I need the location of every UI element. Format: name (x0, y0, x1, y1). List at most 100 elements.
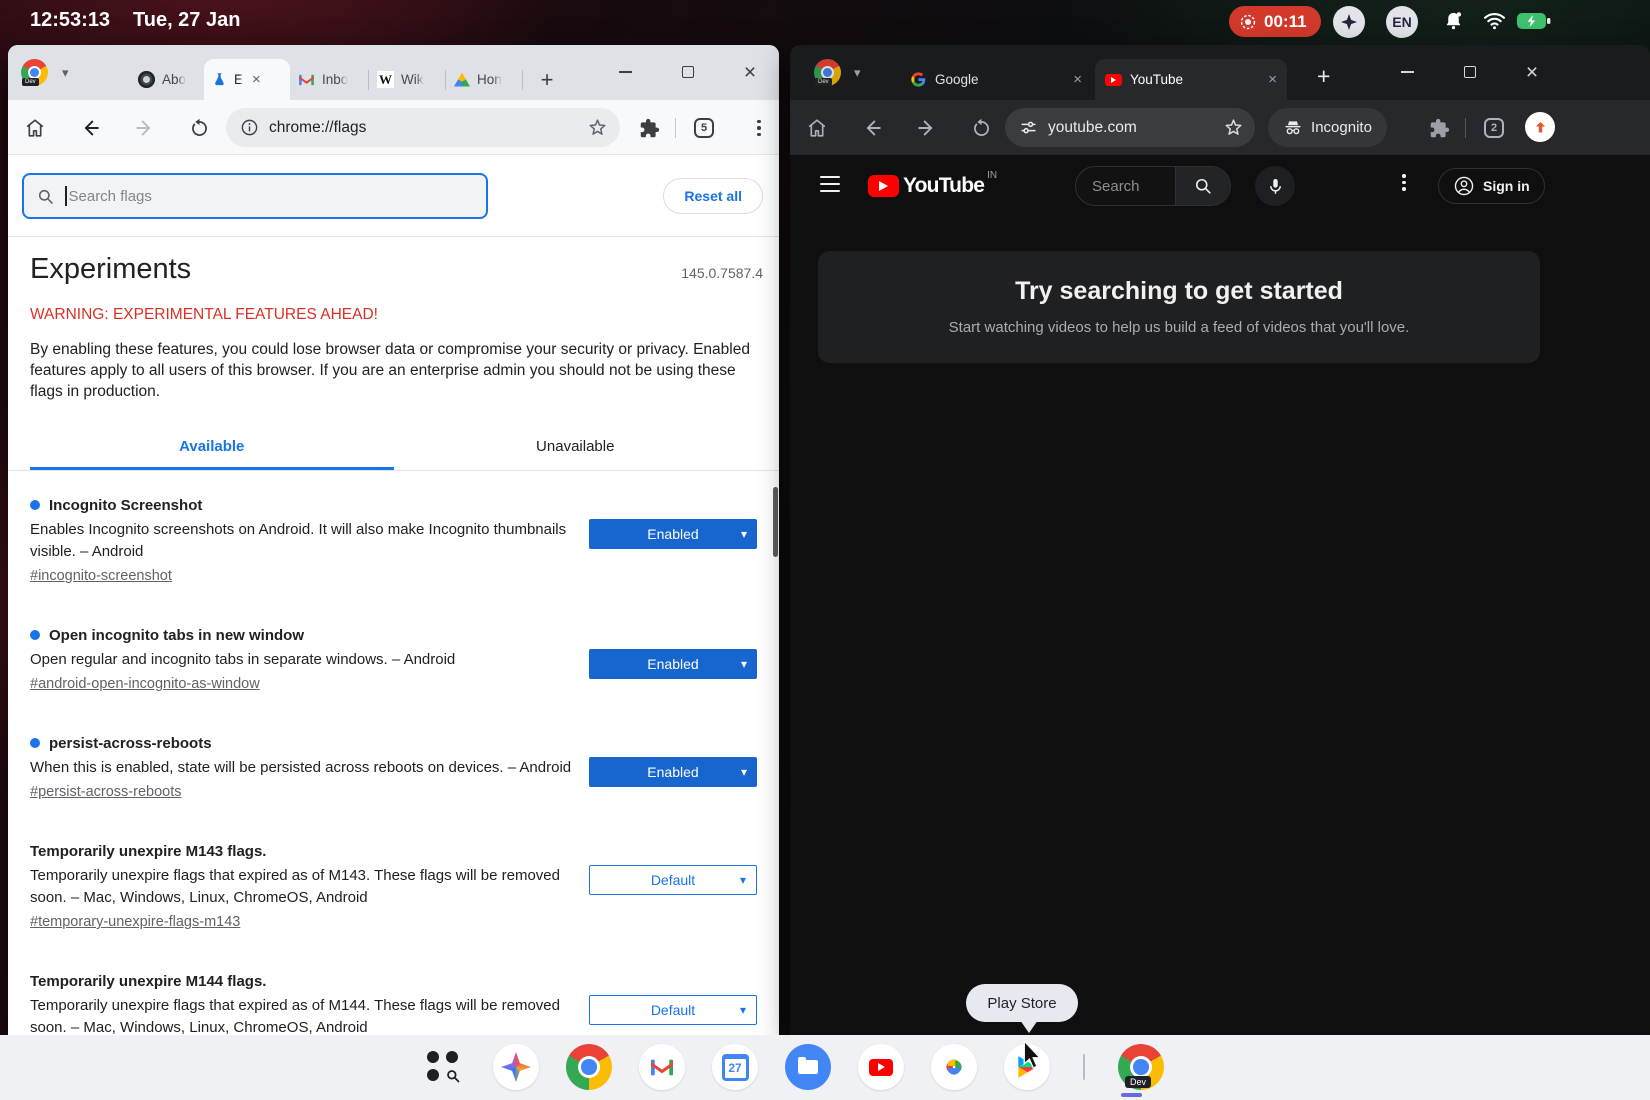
flag-permalink[interactable]: #persist-across-reboots (30, 784, 182, 800)
dock-app-chrome[interactable] (566, 1044, 612, 1090)
tab-wikipedia[interactable]: W Wik (369, 59, 445, 100)
dock-app-photos[interactable] (931, 1044, 977, 1090)
page-info-icon[interactable] (240, 118, 259, 137)
page-scrollbar[interactable] (773, 487, 778, 557)
gmail-icon (298, 73, 315, 87)
browser-menu-icon[interactable] (744, 113, 774, 143)
tab-drive-home[interactable]: Hon (446, 59, 522, 100)
sign-in-button[interactable]: Sign in (1438, 168, 1545, 204)
flag-persist-across-reboots: persist-across-reboots When this is enab… (30, 731, 757, 801)
tab-count-label: 5 (694, 118, 714, 138)
minimize-button[interactable] (605, 57, 645, 87)
reset-all-label: Reset all (684, 188, 742, 204)
running-app-indicator (1121, 1093, 1142, 1097)
search-flags-input[interactable]: Search flags (22, 173, 488, 219)
address-bar[interactable]: chrome://flags (226, 108, 620, 147)
tab-counter[interactable]: 2 (1479, 113, 1509, 143)
calendar-icon: 27 (722, 1054, 749, 1081)
battery-icon[interactable] (1517, 12, 1551, 30)
tab-google[interactable]: Google × (900, 59, 1092, 100)
close-tab-icon[interactable]: × (1268, 71, 1277, 88)
tab-inbox[interactable]: Inbo (290, 59, 368, 100)
search-button[interactable] (1175, 167, 1230, 205)
youtube-logo[interactable]: YouTube IN (868, 172, 997, 198)
incognito-badge[interactable]: Incognito (1268, 108, 1387, 147)
language-indicator[interactable]: EN (1386, 6, 1418, 38)
extensions-icon[interactable] (1424, 113, 1454, 143)
notification-bell-icon[interactable] (1442, 10, 1465, 33)
tab-unavailable[interactable]: Unavailable (394, 428, 758, 470)
flag-state-dropdown[interactable]: Enabled ▾ (589, 649, 757, 679)
date: Tue, 27 Jan (133, 9, 240, 32)
flag-description: Open regular and incognito tabs in separ… (30, 649, 575, 671)
youtube-icon (1105, 74, 1122, 86)
menu-hamburger-icon[interactable] (820, 176, 840, 192)
flag-unexpire-m144: Temporarily unexpire M144 flags. Tempora… (30, 969, 757, 1035)
close-tab-icon[interactable]: × (252, 71, 261, 88)
reset-all-button[interactable]: Reset all (663, 178, 763, 214)
wifi-icon[interactable] (1482, 10, 1507, 32)
close-window-button[interactable]: × (1512, 57, 1552, 87)
bookmark-star-icon[interactable] (587, 117, 608, 138)
flag-state-label: Default (651, 872, 695, 888)
tab-count-label: 2 (1484, 118, 1504, 138)
youtube-search-bar[interactable]: Search (1075, 166, 1231, 206)
flag-permalink[interactable]: #incognito-screenshot (30, 568, 172, 584)
modified-dot (30, 500, 40, 510)
forward-button[interactable] (912, 113, 942, 143)
bookmark-star-icon[interactable] (1223, 117, 1244, 138)
tab-available[interactable]: Available (30, 428, 394, 470)
close-tab-icon[interactable]: × (1073, 71, 1082, 88)
text-caret (65, 186, 67, 206)
profile-chevron-down-icon[interactable]: ▾ (854, 65, 861, 81)
tab-experiments-active[interactable]: E × (204, 59, 290, 100)
reload-button[interactable] (966, 113, 996, 143)
new-tab-button[interactable]: + (1317, 63, 1330, 90)
maximize-button[interactable] (668, 57, 708, 87)
screen-recording-badge[interactable]: 00:11 (1229, 6, 1321, 37)
app-launcher-button[interactable] (420, 1044, 466, 1090)
maximize-button[interactable] (1450, 57, 1490, 87)
flag-state-dropdown[interactable]: Default ▾ (589, 865, 757, 895)
tune-icon[interactable] (1019, 118, 1038, 137)
new-tab-button[interactable]: + (533, 66, 561, 94)
forward-button[interactable] (130, 113, 160, 143)
recording-timer: 00:11 (1264, 12, 1307, 32)
flag-state-dropdown[interactable]: Enabled ▾ (589, 757, 757, 787)
flag-state-dropdown[interactable]: Default ▾ (589, 995, 757, 1025)
assistant-button[interactable] (1333, 6, 1365, 38)
home-button[interactable] (20, 113, 50, 143)
profile-avatar-chrome-dev[interactable]: Dev (21, 59, 48, 86)
wikipedia-icon: W (377, 71, 394, 88)
reload-button[interactable] (184, 113, 214, 143)
dock-app-gemini[interactable] (493, 1044, 539, 1090)
tab-about[interactable]: Abo (130, 59, 204, 100)
flag-permalink[interactable]: #android-open-incognito-as-window (30, 676, 260, 692)
dock-app-calendar[interactable]: 27 (712, 1044, 758, 1090)
voice-search-button[interactable] (1255, 166, 1295, 206)
tab-separator (522, 70, 523, 90)
address-bar[interactable]: youtube.com (1005, 108, 1255, 147)
minimize-button[interactable] (1387, 57, 1427, 87)
youtube-menu-icon[interactable] (1402, 174, 1406, 191)
tab-counter[interactable]: 5 (689, 113, 719, 143)
status-bar: 12:53:13 Tue, 27 Jan 00:11 EN (0, 0, 1650, 42)
home-button[interactable] (802, 113, 832, 143)
dock-app-chrome-dev[interactable]: Dev (1118, 1044, 1164, 1090)
update-chrome-icon[interactable] (1525, 112, 1555, 142)
dock-app-gmail[interactable] (639, 1044, 685, 1090)
profile-avatar-chrome-dev[interactable]: Dev (814, 59, 841, 86)
dock-app-files[interactable] (785, 1044, 831, 1090)
extensions-icon[interactable] (634, 113, 664, 143)
flag-state-label: Enabled (647, 764, 698, 780)
google-g-icon (910, 71, 927, 88)
back-button[interactable] (857, 113, 887, 143)
flag-permalink[interactable]: #temporary-unexpire-flags-m143 (30, 914, 240, 930)
close-window-button[interactable]: × (730, 57, 770, 87)
back-button[interactable] (75, 113, 105, 143)
flag-state-label: Enabled (647, 526, 698, 542)
dock-app-youtube[interactable] (858, 1044, 904, 1090)
flag-state-dropdown[interactable]: Enabled ▾ (589, 519, 757, 549)
tab-youtube-active[interactable]: YouTube × (1095, 59, 1287, 100)
profile-chevron-down-icon[interactable]: ▾ (62, 65, 69, 81)
